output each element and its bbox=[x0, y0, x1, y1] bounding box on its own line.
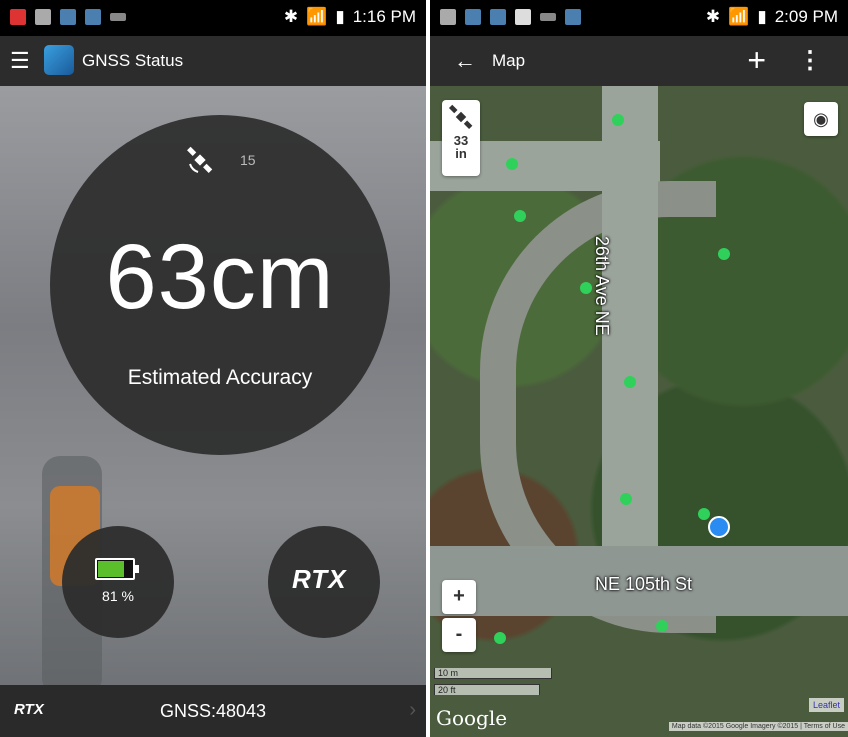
status-bar: ✱ 📶 ▮ 2:09 PM bbox=[430, 0, 848, 36]
gnss-id: GNSS:48043 bbox=[159, 701, 267, 721]
map-point[interactable] bbox=[514, 210, 526, 222]
satellite-icon bbox=[448, 104, 473, 130]
map-point[interactable] bbox=[620, 493, 632, 505]
app-icon bbox=[85, 9, 101, 25]
notification-icon bbox=[440, 9, 456, 25]
app-bar: ← Map + ⋮ bbox=[430, 36, 848, 86]
scale-meters: 10 m bbox=[434, 668, 552, 679]
satellite-count: 15 bbox=[240, 152, 256, 168]
map-screen: ✱ 📶 ▮ 2:09 PM ← Map + ⋮ 26th Ave NE NE 1… bbox=[430, 0, 848, 737]
app-icon bbox=[565, 9, 581, 25]
clock: 2:09 PM bbox=[774, 7, 838, 26]
wifi-icon: 📶 bbox=[728, 7, 750, 26]
map-view[interactable]: 26th Ave NE NE 105th St 33 in ◉ + - 10 m bbox=[430, 86, 848, 737]
gnss-status-screen: ✱ 📶 ▮ 1:16 PM ☰ GNSS Status 15 63cm Esti… bbox=[0, 0, 426, 737]
map-point[interactable] bbox=[624, 376, 636, 388]
current-location-marker bbox=[708, 516, 730, 538]
app-bar: ☰ GNSS Status bbox=[0, 36, 426, 86]
battery-fill bbox=[98, 561, 124, 577]
battery-status-icon: ▮ bbox=[335, 7, 345, 26]
map-point[interactable] bbox=[612, 114, 624, 126]
accuracy-unit: in bbox=[455, 146, 467, 161]
more-icon bbox=[110, 13, 126, 21]
more-vert-icon[interactable]: ⋮ bbox=[798, 46, 822, 75]
scale-feet: 20 ft bbox=[434, 684, 540, 695]
flag-icon bbox=[515, 9, 531, 25]
zoom-out-button[interactable]: - bbox=[442, 618, 476, 652]
map-attribution[interactable]: Map data ©2015 Google Imagery ©2015 | Te… bbox=[668, 722, 848, 731]
battery-icon bbox=[95, 558, 139, 580]
road-label: 26th Ave NE bbox=[592, 236, 612, 336]
map-point[interactable] bbox=[580, 282, 592, 294]
notification-icon bbox=[35, 9, 51, 25]
bottom-bar[interactable]: RTX GNSS:48043 › bbox=[0, 685, 426, 737]
status-bar: ✱ 📶 ▮ 1:16 PM bbox=[0, 0, 426, 36]
locate-me-button[interactable]: ◉ bbox=[804, 102, 838, 136]
app-icon bbox=[490, 9, 506, 25]
map-point[interactable] bbox=[506, 158, 518, 170]
accuracy-label: Estimated Accuracy bbox=[127, 366, 313, 389]
system-icons: ✱ 📶 ▮ 1:16 PM bbox=[284, 7, 416, 27]
satellite-icon bbox=[187, 146, 213, 173]
battery-status-icon: ▮ bbox=[757, 7, 767, 26]
app-title: GNSS Status bbox=[82, 51, 184, 70]
back-arrow-icon[interactable]: ← bbox=[454, 48, 476, 74]
google-logo: Google bbox=[436, 706, 508, 730]
satellite-accuracy-badge[interactable]: 33 in bbox=[442, 100, 480, 176]
notification-icon bbox=[10, 9, 26, 25]
road-label: NE 105th St bbox=[595, 574, 693, 594]
notification-icons bbox=[10, 9, 126, 25]
rtx-logo: RTX bbox=[292, 564, 347, 594]
map-point[interactable] bbox=[698, 508, 710, 520]
menu-icon[interactable]: ☰ bbox=[10, 48, 30, 74]
page-title: Map bbox=[492, 51, 526, 70]
system-icons: ✱ 📶 ▮ 2:09 PM bbox=[706, 7, 838, 27]
chevron-right-icon[interactable]: › bbox=[409, 699, 416, 722]
bluetooth-icon: ✱ bbox=[283, 7, 299, 26]
wifi-icon: 📶 bbox=[306, 7, 328, 26]
rtx-widget[interactable]: RTX bbox=[268, 526, 380, 638]
map-point[interactable] bbox=[494, 632, 506, 644]
accuracy-value: 63cm bbox=[105, 226, 335, 328]
zoom-in-button[interactable]: + bbox=[442, 580, 476, 614]
add-icon[interactable]: + bbox=[747, 42, 766, 79]
notification-icons bbox=[440, 9, 581, 25]
battery-widget[interactable]: 81 % bbox=[62, 526, 174, 638]
bluetooth-icon: ✱ bbox=[705, 7, 721, 26]
app-icon bbox=[465, 9, 481, 25]
map-point[interactable] bbox=[656, 620, 668, 632]
leaflet-link[interactable]: Leaflet bbox=[808, 698, 844, 712]
more-icon bbox=[540, 13, 556, 21]
battery-percent: 81 % bbox=[102, 588, 134, 604]
app-icon bbox=[60, 9, 76, 25]
app-logo-icon bbox=[44, 45, 74, 75]
target-icon: ◉ bbox=[813, 109, 829, 129]
map-point[interactable] bbox=[718, 248, 730, 260]
clock: 1:16 PM bbox=[352, 7, 416, 26]
